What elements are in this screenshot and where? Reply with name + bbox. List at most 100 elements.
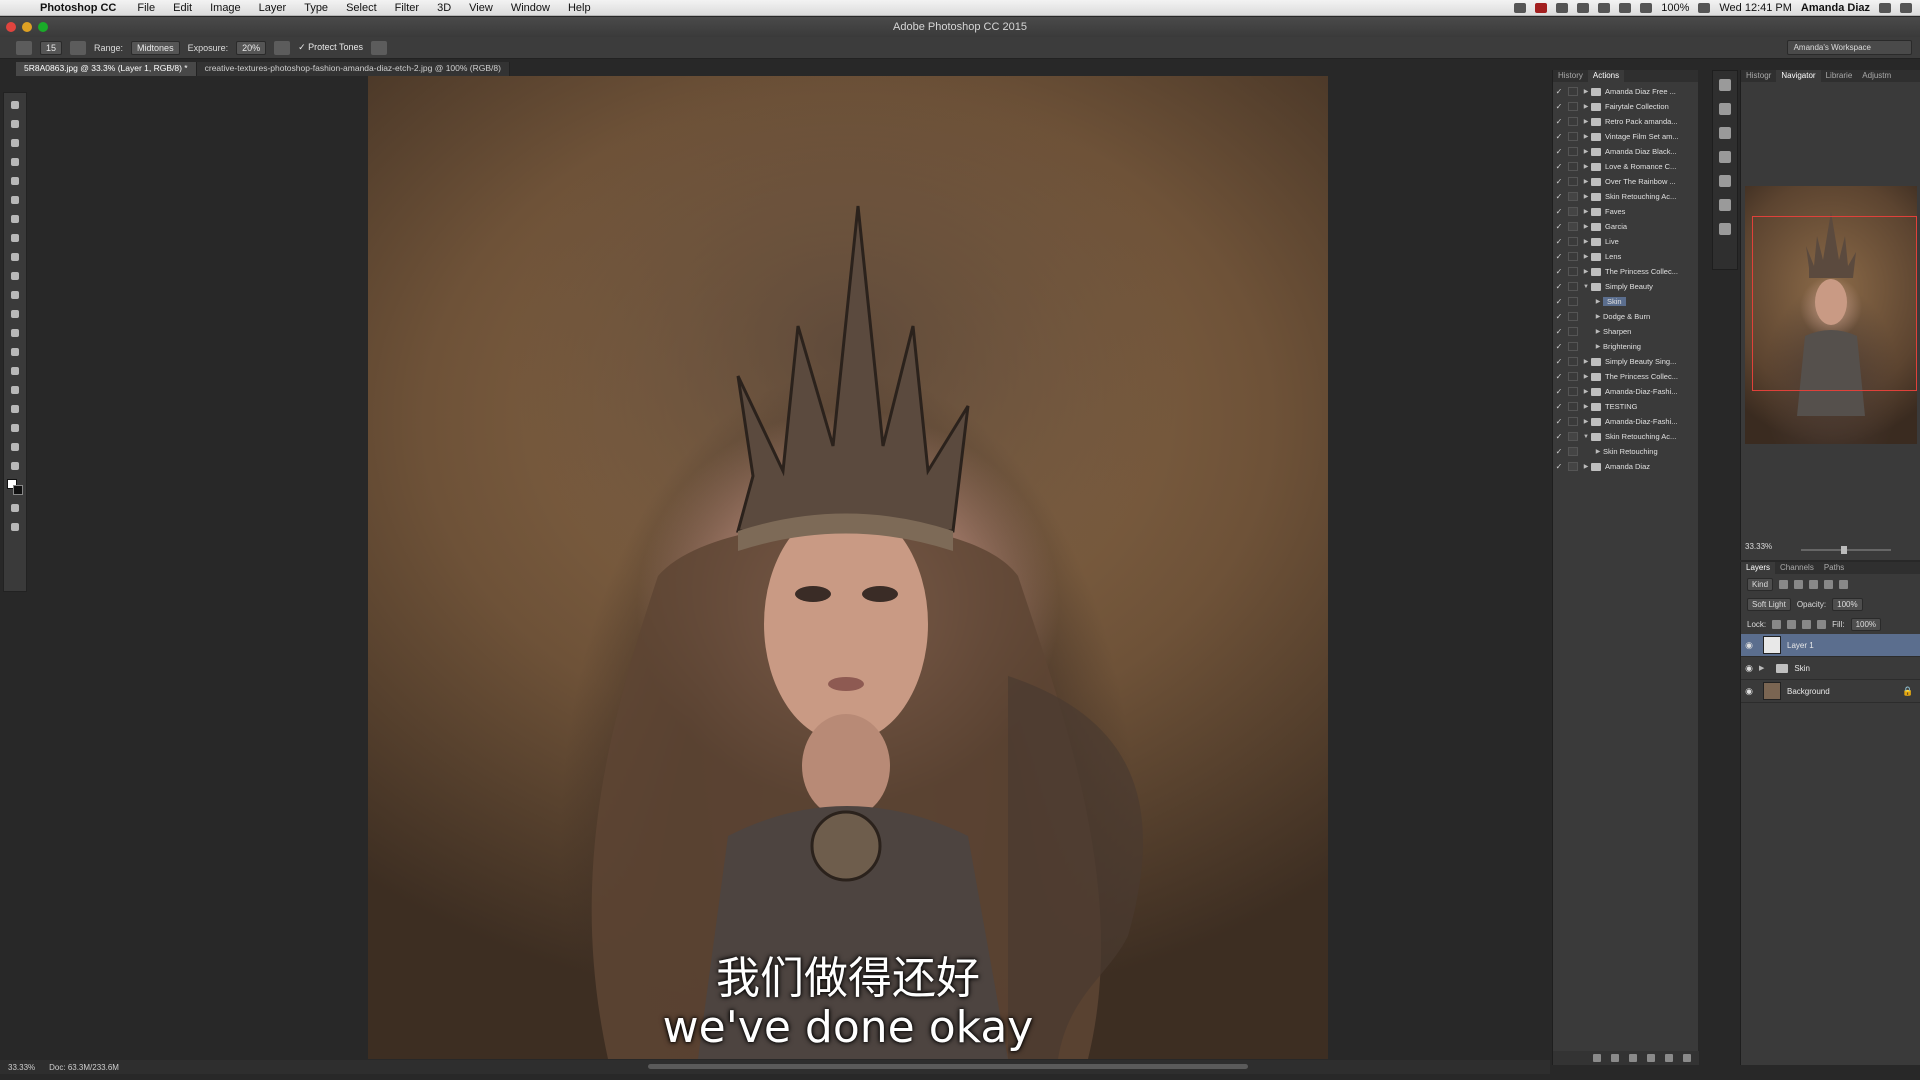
- layer-row[interactable]: ◉ Background 🔒: [1741, 680, 1920, 703]
- menubar-user[interactable]: Amanda Diaz: [1801, 2, 1870, 14]
- minimize-window-button[interactable]: [22, 22, 32, 32]
- filter-type-icon[interactable]: [1809, 579, 1819, 589]
- toggle-dialog-icon[interactable]: [1568, 267, 1578, 276]
- toggle-dialog-icon[interactable]: [1568, 117, 1578, 126]
- expand-triangle-icon[interactable]: ▶: [1593, 448, 1603, 455]
- toggle-item-checkbox[interactable]: ✓: [1553, 177, 1565, 186]
- action-set-item[interactable]: ✓ ▶ Lens: [1553, 249, 1699, 264]
- shape-tool-icon[interactable]: [9, 422, 21, 434]
- lock-position-icon[interactable]: [1802, 619, 1812, 629]
- tool-preset-picker-icon[interactable]: [16, 40, 32, 55]
- action-set-item[interactable]: ✓ ▶ Simply Beauty Sing...: [1553, 354, 1699, 369]
- layer-name[interactable]: Skin: [1794, 664, 1920, 673]
- volume-icon[interactable]: [1640, 3, 1653, 13]
- toggle-dialog-icon[interactable]: [1568, 447, 1578, 456]
- spotlight-search-icon[interactable]: [1879, 3, 1891, 13]
- expand-triangle-icon[interactable]: ▶: [1581, 358, 1591, 365]
- eraser-tool-icon[interactable]: [9, 289, 21, 301]
- brush-size-picker[interactable]: 15: [40, 40, 63, 55]
- toggle-dialog-icon[interactable]: [1568, 147, 1578, 156]
- expand-triangle-icon[interactable]: ▶: [1581, 193, 1591, 200]
- tab-libraries[interactable]: Librarie: [1821, 70, 1858, 82]
- toggle-dialog-icon[interactable]: [1568, 162, 1578, 171]
- dodge-tool-icon[interactable]: [9, 346, 21, 358]
- menu-filter[interactable]: Filter: [386, 2, 428, 14]
- app-menu[interactable]: Photoshop CC: [40, 2, 128, 14]
- type-tool-icon[interactable]: [9, 384, 21, 396]
- expand-triangle-icon[interactable]: ▶: [1593, 328, 1603, 335]
- toggle-item-checkbox[interactable]: ✓: [1553, 342, 1565, 351]
- toggle-item-checkbox[interactable]: ✓: [1553, 282, 1565, 291]
- expand-triangle-icon[interactable]: ▶: [1581, 253, 1591, 260]
- toggle-item-checkbox[interactable]: ✓: [1553, 207, 1565, 216]
- adjustments-icon[interactable]: [1719, 127, 1731, 139]
- collapse-triangle-icon[interactable]: ▼: [1581, 284, 1591, 290]
- action-set-item[interactable]: ✓ ▶ Love & Romance C...: [1553, 159, 1699, 174]
- action-item[interactable]: ✓ ▶ Skin: [1553, 294, 1699, 309]
- menu-view[interactable]: View: [460, 2, 502, 14]
- toggle-item-checkbox[interactable]: ✓: [1553, 387, 1565, 396]
- toggle-item-checkbox[interactable]: ✓: [1553, 162, 1565, 171]
- expand-triangle-icon[interactable]: ▶: [1581, 238, 1591, 245]
- tab-channels[interactable]: Channels: [1775, 562, 1819, 574]
- layer-name[interactable]: Layer 1: [1787, 641, 1920, 650]
- toggle-item-checkbox[interactable]: ✓: [1553, 417, 1565, 426]
- expand-triangle-icon[interactable]: ▶: [1581, 463, 1591, 470]
- toggle-dialog-icon[interactable]: [1568, 357, 1578, 366]
- battery-icon[interactable]: [1698, 3, 1711, 13]
- menu-type[interactable]: Type: [295, 2, 337, 14]
- toggle-item-checkbox[interactable]: ✓: [1553, 432, 1565, 441]
- properties-icon[interactable]: [1719, 175, 1731, 187]
- toggle-item-checkbox[interactable]: ✓: [1553, 222, 1565, 231]
- toggle-item-checkbox[interactable]: ✓: [1553, 132, 1565, 141]
- action-item[interactable]: ✓ ▶ Sharpen: [1553, 324, 1699, 339]
- toggle-item-checkbox[interactable]: ✓: [1553, 267, 1565, 276]
- layer-name[interactable]: Background: [1787, 687, 1902, 696]
- action-set-item[interactable]: ✓ ▶ Amanda Diaz: [1553, 459, 1699, 474]
- toggle-dialog-icon[interactable]: [1568, 387, 1578, 396]
- wifi-icon[interactable]: [1619, 3, 1632, 13]
- blend-mode-select[interactable]: Soft Light: [1747, 597, 1791, 611]
- clone-stamp-tool-icon[interactable]: [9, 251, 21, 263]
- action-set-item[interactable]: ✓ ▶ Amanda-Diaz-Fashi...: [1553, 414, 1699, 429]
- action-item[interactable]: ✓ ▶ Skin Retouching: [1553, 444, 1699, 459]
- healing-brush-tool-icon[interactable]: [9, 213, 21, 225]
- toggle-item-checkbox[interactable]: ✓: [1553, 252, 1565, 261]
- airbrush-toggle-icon[interactable]: [274, 40, 291, 55]
- toggle-dialog-icon[interactable]: [1568, 312, 1578, 321]
- pressure-size-toggle-icon[interactable]: [371, 40, 388, 55]
- expand-triangle-icon[interactable]: ▶: [1759, 664, 1764, 672]
- background-color-swatch[interactable]: [13, 485, 23, 495]
- toggle-dialog-icon[interactable]: [1568, 462, 1578, 471]
- creative-cloud-icon[interactable]: [1535, 3, 1548, 13]
- filter-smart-object-icon[interactable]: [1839, 579, 1849, 589]
- action-item[interactable]: ✓ ▶ Dodge & Burn: [1553, 309, 1699, 324]
- lasso-tool-icon[interactable]: [9, 137, 21, 149]
- info-panel-icon[interactable]: [1719, 151, 1731, 163]
- toggle-dialog-icon[interactable]: [1568, 87, 1578, 96]
- zoom-window-button[interactable]: [38, 22, 48, 32]
- navigator-view-box[interactable]: [1752, 216, 1917, 391]
- expand-triangle-icon[interactable]: ▶: [1581, 103, 1591, 110]
- expand-triangle-icon[interactable]: ▶: [1581, 178, 1591, 185]
- toggle-dialog-icon[interactable]: [1568, 342, 1578, 351]
- layer-group-row[interactable]: ◉ ▶ Skin: [1741, 657, 1920, 680]
- toggle-item-checkbox[interactable]: ✓: [1553, 192, 1565, 201]
- filter-shape-icon[interactable]: [1824, 579, 1834, 589]
- action-set-item[interactable]: ✓ ▶ Skin Retouching Ac...: [1553, 189, 1699, 204]
- toggle-item-checkbox[interactable]: ✓: [1553, 357, 1565, 366]
- layer-row[interactable]: ◉ Layer 1: [1741, 634, 1920, 657]
- toggle-item-checkbox[interactable]: ✓: [1553, 312, 1565, 321]
- info-icon[interactable]: [1514, 3, 1527, 13]
- expand-triangle-icon[interactable]: ▶: [1581, 148, 1591, 155]
- layer-filter-kind[interactable]: Kind: [1747, 577, 1774, 591]
- record-icon[interactable]: [1611, 1054, 1619, 1062]
- bluetooth-icon[interactable]: [1598, 3, 1611, 13]
- new-action-icon[interactable]: [1665, 1054, 1673, 1062]
- fill-input[interactable]: 100%: [1850, 617, 1882, 631]
- toggle-dialog-icon[interactable]: [1568, 432, 1578, 441]
- toggle-dialog-icon[interactable]: [1568, 297, 1578, 306]
- toggle-item-checkbox[interactable]: ✓: [1553, 372, 1565, 381]
- toggle-dialog-icon[interactable]: [1568, 222, 1578, 231]
- expand-triangle-icon[interactable]: ▶: [1581, 373, 1591, 380]
